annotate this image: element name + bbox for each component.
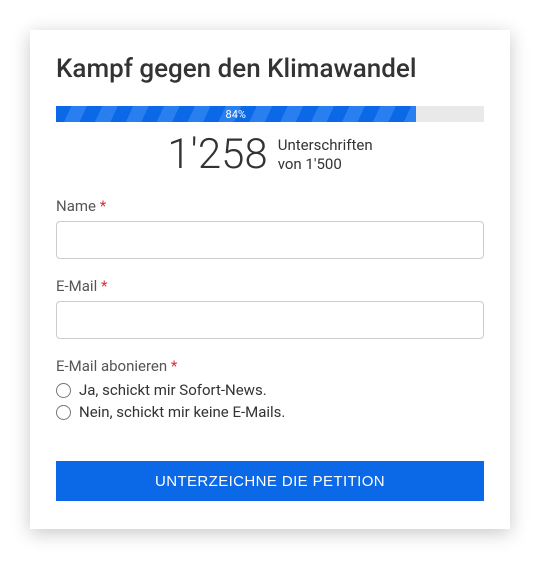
signature-count: 1'258 [167,130,267,179]
subscribe-label: E-Mail abonieren * [56,357,484,375]
email-input[interactable] [56,301,484,339]
signature-goal: Unterschriften von 1'500 [278,136,373,174]
radio-yes[interactable] [56,383,71,398]
subscribe-option-yes[interactable]: Ja, schickt mir Sofort-News. [56,381,484,399]
subscribe-option-no[interactable]: Nein, schickt mir keine E-Mails. [56,403,484,421]
progress-bar: 84% [56,106,416,122]
petition-card: Kampf gegen den Klimawandel 84% 1'258 Un… [30,30,510,529]
name-input[interactable] [56,221,484,259]
progress-percent: 84% [226,108,246,121]
email-label: E-Mail * [56,277,484,295]
required-mark: * [100,197,106,215]
submit-button[interactable]: UNTERZEICHNE DIE PETITION [56,461,484,501]
required-mark: * [101,277,107,295]
required-mark: * [171,357,177,375]
email-field-group: E-Mail * [56,277,484,339]
subscribe-field-group: E-Mail abonieren * Ja, schickt mir Sofor… [56,357,484,421]
progress-track: 84% [56,106,484,122]
page-title: Kampf gegen den Klimawandel [56,54,484,84]
name-label: Name * [56,197,484,215]
radio-no[interactable] [56,405,71,420]
name-field-group: Name * [56,197,484,259]
signature-counter: 1'258 Unterschriften von 1'500 [56,130,484,179]
